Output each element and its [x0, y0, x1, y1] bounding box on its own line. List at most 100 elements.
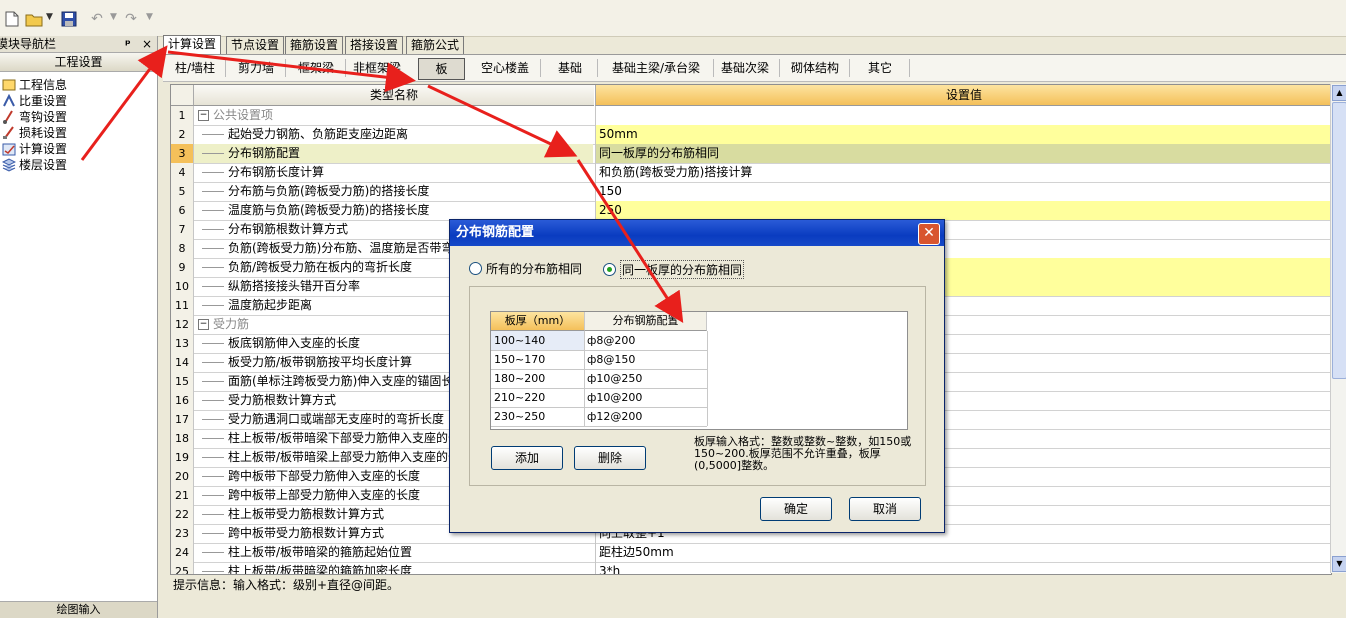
- new-file-icon[interactable]: [3, 10, 21, 28]
- list-item[interactable]: 180~200 ф10@250: [491, 369, 708, 389]
- nav-item-project-info[interactable]: 工程信息: [2, 77, 67, 93]
- setting-name: 柱上板带/板带暗梁下部受力筋伸入支座的长: [228, 431, 461, 445]
- column-header-value: 设置值: [595, 85, 1331, 106]
- ok-button[interactable]: 确定: [760, 497, 832, 521]
- subtab-foundation[interactable]: 基础: [547, 58, 593, 78]
- setting-value[interactable]: 150: [595, 182, 1331, 201]
- tab-lap-settings[interactable]: 搭接设置: [345, 36, 404, 54]
- scroll-up-icon[interactable]: ▲: [1332, 85, 1346, 101]
- nav-section-header[interactable]: 工程设置: [0, 53, 157, 72]
- nav-item-calc-settings[interactable]: 计算设置: [2, 141, 67, 157]
- delete-button[interactable]: 删除: [574, 446, 646, 470]
- table-row[interactable]: 4 分布钢筋长度计算 和负筋(跨板受力筋)搭接计算: [171, 163, 1331, 183]
- setting-value[interactable]: 距柱边50mm: [595, 543, 1331, 562]
- setting-value[interactable]: 同一板厚的分布筋相同: [595, 144, 1331, 163]
- open-folder-icon[interactable]: [25, 10, 43, 28]
- setting-value[interactable]: [595, 106, 1331, 125]
- setting-value[interactable]: 和负筋(跨板受力筋)搭接计算: [595, 163, 1331, 182]
- thickness-cell[interactable]: 100~140: [491, 331, 585, 350]
- setting-name: 负筋/跨板受力筋在板内的弯折长度: [228, 260, 413, 274]
- thickness-cell[interactable]: 150~170: [491, 350, 585, 369]
- add-button[interactable]: 添加: [491, 446, 563, 470]
- table-row[interactable]: 3 分布钢筋配置 同一板厚的分布筋相同: [171, 144, 1331, 164]
- thickness-cell[interactable]: 180~200: [491, 369, 585, 388]
- chevron-down-icon[interactable]: ▼: [110, 12, 117, 22]
- table-row[interactable]: 5 分布筋与负筋(跨板受力筋)的搭接长度 150: [171, 182, 1331, 202]
- chevron-down-icon[interactable]: ▼: [146, 12, 153, 22]
- list-item[interactable]: 150~170 ф8@150: [491, 350, 708, 370]
- subtab-foundation-secondary-beam[interactable]: 基础次梁: [717, 58, 773, 78]
- undo-icon[interactable]: ↶: [88, 10, 106, 28]
- collapse-icon[interactable]: −: [198, 319, 209, 330]
- table-row[interactable]: 24 柱上板带/板带暗梁的箍筋起始位置 距柱边50mm: [171, 543, 1331, 563]
- setting-name: 面筋(单标注跨板受力筋)伸入支座的锚固长: [228, 374, 454, 388]
- setting-value[interactable]: 50mm: [595, 125, 1331, 144]
- nav-item-label: 计算设置: [19, 142, 68, 156]
- setting-value[interactable]: 3*h: [595, 562, 1331, 574]
- nav-item-density[interactable]: 比重设置: [2, 93, 67, 109]
- collapse-icon[interactable]: −: [198, 110, 209, 121]
- scroll-down-icon[interactable]: ▼: [1332, 556, 1346, 572]
- subtab-other[interactable]: 其它: [855, 58, 905, 78]
- tab-node-settings[interactable]: 节点设置: [226, 36, 285, 54]
- close-icon[interactable]: ✕: [918, 223, 940, 245]
- tab-calc-settings[interactable]: 计算设置: [163, 35, 222, 55]
- close-icon[interactable]: ×: [142, 36, 152, 52]
- save-icon[interactable]: [60, 10, 78, 28]
- subtab-column[interactable]: 柱/墙柱: [169, 58, 221, 78]
- info-icon: [2, 78, 16, 92]
- subtab-foundation-main-beam[interactable]: 基础主梁/承台梁: [603, 58, 709, 78]
- thickness-cell[interactable]: 230~250: [491, 407, 585, 426]
- radio-circle[interactable]: [603, 263, 616, 276]
- pin-icon[interactable]: ᵖ: [125, 36, 131, 52]
- setting-name: 起始受力钢筋、负筋距支座边距离: [228, 127, 409, 141]
- setting-name: 纵筋搭接接头错开百分率: [228, 279, 361, 293]
- setting-name: 分布筋与负筋(跨板受力筋)的搭接长度: [228, 184, 430, 198]
- nav-title: 模块导航栏: [0, 37, 57, 51]
- subtab-non-frame-beam[interactable]: 非框架梁: [349, 58, 405, 78]
- table-row[interactable]: 6 温度筋与负筋(跨板受力筋)的搭接长度 250: [171, 201, 1331, 221]
- radio-same-thickness[interactable]: 同一板厚的分布筋相同: [603, 260, 745, 279]
- dialog-title: 分布钢筋配置: [450, 220, 944, 246]
- config-cell[interactable]: ф10@250: [585, 369, 708, 388]
- tab-stirrup-settings[interactable]: 箍筋设置: [285, 36, 344, 54]
- nav-bottom-tab[interactable]: 绘图输入: [0, 601, 157, 618]
- loss-icon: [2, 126, 16, 140]
- config-cell[interactable]: ф12@200: [585, 407, 708, 426]
- config-cell[interactable]: ф8@150: [585, 350, 708, 369]
- thickness-config-table: 板厚（mm） 分布钢筋配置 100~140 ф8@200 150~170 ф8@150…: [490, 311, 908, 430]
- row-number: 25: [171, 562, 194, 574]
- subtab-hollow-floor[interactable]: 空心楼盖: [475, 58, 535, 78]
- redo-icon[interactable]: ↷: [122, 10, 140, 28]
- tab-stirrup-formula[interactable]: 箍筋公式: [406, 36, 465, 54]
- config-cell[interactable]: ф10@200: [585, 388, 708, 407]
- subtab-shear-wall[interactable]: 剪力墙: [231, 58, 281, 78]
- nav-item-hook[interactable]: 弯钩设置: [2, 109, 67, 125]
- table-group-row[interactable]: 1− 公共设置项: [171, 106, 1331, 126]
- list-item[interactable]: 210~220 ф10@200: [491, 388, 708, 408]
- subtab-slab[interactable]: 板: [418, 58, 465, 80]
- cancel-button[interactable]: 取消: [849, 497, 921, 521]
- vertical-scrollbar[interactable]: ▲ ▼: [1330, 84, 1346, 573]
- radio-all-same[interactable]: 所有的分布筋相同: [469, 260, 582, 277]
- nav-item-floor-settings[interactable]: 楼层设置: [1, 157, 67, 173]
- setting-value[interactable]: 250: [595, 201, 1331, 220]
- subtab-masonry[interactable]: 砌体结构: [785, 58, 845, 78]
- list-item[interactable]: 100~140 ф8@200: [491, 331, 708, 351]
- chevron-down-icon[interactable]: ▼: [46, 12, 53, 22]
- subtab-frame-beam[interactable]: 框架梁: [289, 58, 343, 78]
- radio-circle[interactable]: [469, 262, 482, 275]
- row-number: 15: [171, 372, 194, 391]
- nav-item-loss[interactable]: 损耗设置: [2, 125, 67, 141]
- setting-name: 负筋(跨板受力筋)分布筋、温度筋是否带弯: [228, 241, 454, 255]
- thickness-cell[interactable]: 210~220: [491, 388, 585, 407]
- distribution-rebar-dialog: 分布钢筋配置 ✕ 所有的分布筋相同 同一板厚的分布筋相同 板厚（mm） 分布钢筋…: [449, 219, 945, 533]
- table-row[interactable]: 2 起始受力钢筋、负筋距支座边距离 50mm: [171, 125, 1331, 145]
- scroll-thumb[interactable]: [1332, 102, 1346, 379]
- list-item[interactable]: 230~250 ф12@200: [491, 407, 708, 427]
- row-number: 24: [171, 543, 194, 562]
- setting-name: 温度筋与负筋(跨板受力筋)的搭接长度: [228, 203, 430, 217]
- component-tabs: 柱/墙柱 剪力墙 框架梁 非框架梁 板 空心楼盖 基础 基础主梁/承台梁 基础次…: [163, 54, 1346, 82]
- table-row[interactable]: 25 柱上板带/板带暗梁的箍筋加密长度 3*h: [171, 562, 1331, 574]
- config-cell[interactable]: ф8@200: [585, 331, 708, 350]
